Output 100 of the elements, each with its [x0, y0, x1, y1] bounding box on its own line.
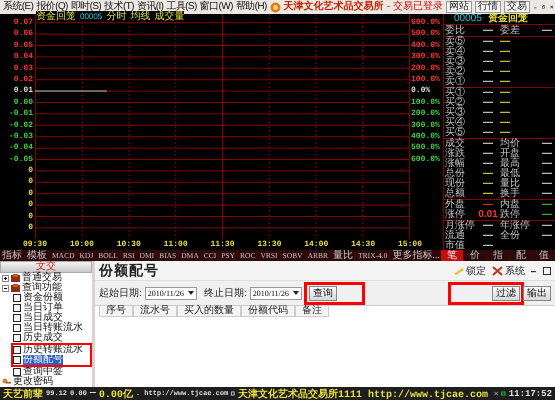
quote-label: — — [500, 77, 511, 87]
axis-label: 0.04 — [12, 51, 34, 63]
quote-label: 涨跌 — [445, 149, 466, 159]
quote-value: — — [482, 88, 494, 98]
quote-value: — — [482, 139, 494, 149]
tree-item[interactable]: 查询功能 — [22, 283, 62, 293]
panel-tab[interactable]: 价 — [463, 250, 486, 261]
quote-label: 买② — [445, 98, 466, 108]
tool-button[interactable]: 系统 — [492, 264, 525, 278]
quote-label: — — [500, 47, 511, 57]
quote-value: — — [482, 189, 494, 199]
quote-value: — — [482, 200, 494, 210]
axis-label: 400.0% — [410, 130, 441, 142]
toolbar-button[interactable]: 行情 — [474, 1, 501, 13]
tree-item[interactable]: 当日成交 — [23, 313, 63, 323]
time-label: 14:00 — [303, 239, 330, 250]
quote-label: 卖⑤ — [445, 37, 466, 47]
column-header[interactable]: 买入的数量 — [177, 306, 241, 317]
toolbar-button[interactable]: 交易 — [504, 1, 530, 13]
quote-label: — — [500, 128, 511, 138]
filter-label: 起始日期: — [99, 286, 142, 300]
menu-item[interactable]: 帮助(H) — [236, 1, 267, 13]
quote-value: — — [541, 159, 553, 169]
quote-value: — — [541, 149, 553, 159]
panel-tab[interactable]: 笔 — [440, 250, 463, 261]
quote-value: — — [482, 221, 494, 231]
toolbar-button[interactable]: 网站 — [446, 1, 472, 13]
filter-label: 终止日期: — [204, 286, 247, 300]
axis-label: 0 — [27, 199, 34, 211]
quote-label: 全份 — [500, 231, 521, 241]
quote-label: — — [500, 98, 511, 108]
price-line — [35, 90, 107, 92]
quote-label: 卖② — [445, 67, 466, 77]
tree-item[interactable]: 历史成交 — [23, 333, 63, 343]
quote-label: — — [500, 57, 511, 67]
quote-value: — — [482, 57, 494, 67]
quote-label: 买① — [445, 88, 466, 98]
status-text: 天津文化艺术品交易所1111 http://www.tjcae.com — [238, 387, 488, 400]
axis-label: 100.0% — [410, 96, 441, 108]
dropdown-icon — [292, 291, 299, 295]
column-header[interactable]: 份额代码 — [241, 306, 295, 317]
quote-label: 最低 — [500, 169, 521, 179]
axis-label: 500.0% — [410, 142, 441, 154]
tree-item[interactable]: 当日转账流水 — [23, 323, 83, 333]
axis-label: -0.04 — [8, 142, 34, 154]
tree-item[interactable]: 当日订单 — [23, 303, 63, 313]
menu-item[interactable]: 窗口(W) — [200, 1, 233, 13]
query-button[interactable]: 查询 — [308, 286, 337, 300]
indicator-button[interactable]: 指标 — [0, 250, 25, 261]
column-header[interactable]: 备注 — [295, 306, 329, 317]
quote-label: — — [500, 67, 511, 77]
column-header[interactable]: 序号 — [99, 306, 133, 317]
quote-label: 卖③ — [445, 57, 466, 67]
collapse-icon[interactable] — [2, 284, 9, 292]
tool-button[interactable]: 锁定 — [453, 264, 486, 278]
quote-label: 换手 — [500, 189, 521, 199]
quote-value: — — [541, 139, 553, 149]
indicator-button[interactable]: 模板 — [25, 250, 50, 261]
quote-label: — — [500, 37, 511, 47]
tree-item[interactable]: 资金份额 — [23, 293, 63, 303]
panel-tab[interactable]: 指 — [486, 250, 509, 261]
quote-label: 月涨停 — [445, 221, 476, 231]
axis-label: 0.06 — [12, 28, 34, 40]
status-text: 天艺前辈 — [3, 388, 43, 400]
quote-value: — — [541, 179, 553, 189]
quote-value: — — [482, 67, 494, 77]
indicator-button[interactable]: 量比 — [331, 250, 356, 261]
indicator-button[interactable]: 更多指标... — [390, 250, 440, 261]
quote-label: 总额 — [445, 189, 466, 199]
stock-code: 00005 — [454, 14, 482, 24]
menu-item[interactable]: 系统(E) — [3, 1, 34, 13]
axis-label: 0.07 — [12, 17, 34, 28]
tree-item[interactable]: 更改密码 — [13, 377, 53, 387]
quote-value: — — [482, 26, 494, 36]
action-button[interactable]: 过滤 — [492, 286, 520, 300]
chart-legend: 分时 — [106, 11, 126, 22]
close-icon[interactable] — [550, 3, 554, 11]
quote-value: — — [541, 210, 553, 220]
action-button[interactable]: 输出 — [523, 286, 551, 300]
status-text: 0.00亿 — [98, 388, 133, 400]
panel-tab[interactable]: 值 — [532, 250, 555, 261]
quote-value: — — [482, 77, 494, 87]
date-field[interactable]: 2010/11/26 — [250, 286, 302, 300]
panel-tab[interactable]: 配 — [509, 250, 532, 261]
axis-label: 200.0% — [410, 62, 441, 74]
column-header[interactable]: 流水号 — [133, 306, 177, 317]
tree-item[interactable]: 普通交易 — [22, 273, 62, 283]
expand-icon[interactable] — [2, 274, 9, 282]
time-label: 15:00 — [397, 239, 423, 250]
tree-header[interactable]: 文交 — [0, 261, 92, 273]
maximize-icon[interactable] — [543, 266, 551, 274]
date-field[interactable]: 2010/11/26 — [144, 286, 197, 300]
quote-value: — — [482, 231, 494, 241]
axis-label: 500.0% — [410, 28, 441, 40]
quote-label: 跌停 — [500, 210, 520, 220]
restore-icon[interactable] — [542, 3, 546, 11]
axis-label: 0 — [27, 188, 34, 200]
quote-value: — — [482, 149, 494, 159]
quote-label: 买③ — [445, 108, 466, 118]
axis-label: 0.02 — [12, 74, 34, 86]
